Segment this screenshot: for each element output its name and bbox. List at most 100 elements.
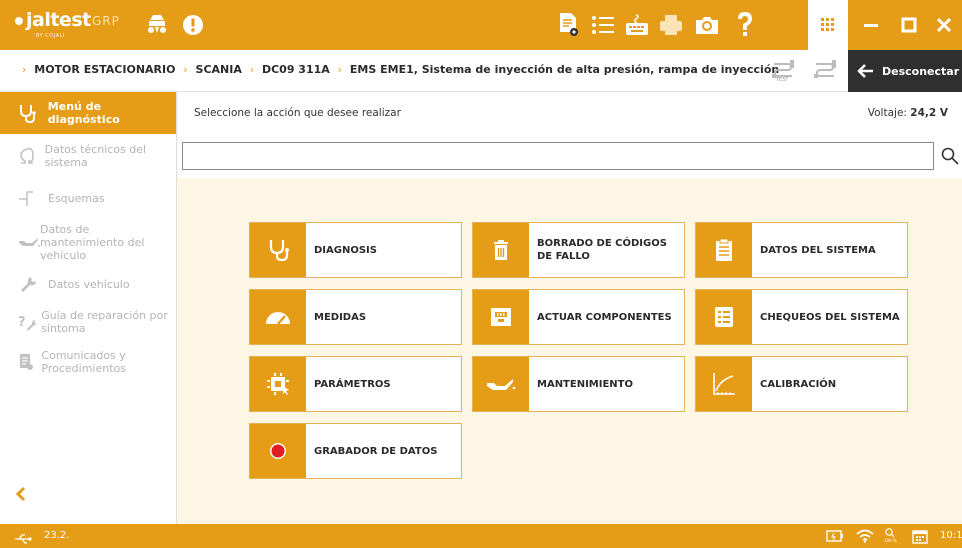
connector-icon [814,60,836,78]
chevron-left-icon [15,486,26,502]
breadcrumb-item[interactable]: SCANIA [196,63,242,76]
maximize-icon [901,17,917,33]
sidebar-item-label: Menú de diagnóstico [47,100,120,126]
sidebar-item-schematics[interactable]: Esquemas [0,178,176,218]
main-content: Seleccione la acción que desee realizar … [178,92,962,524]
chevron-right-icon: › [183,63,188,76]
tile-system-checks[interactable]: CHEQUEOS DEL SISTEMA [695,289,908,345]
sidebar-item-repair-guide[interactable]: ? Guía de reparación por síntoma [0,302,176,342]
search-input[interactable] [182,142,934,170]
arrow-left-icon [848,63,882,79]
vehicle-icon[interactable] [144,12,170,38]
checklist-icon [696,290,752,344]
voltage-value: 24,2 V [910,107,948,119]
wrench-icon [18,275,48,293]
tile-label: GRABADOR DE DATOS [314,445,438,457]
tile-data-recorder[interactable]: GRABADOR DE DATOS [249,423,462,479]
search-button[interactable] [938,142,962,170]
schematic-icon [18,189,48,207]
clipboard-icon [696,223,752,277]
sidebar-item-vehicle-data[interactable]: Datos vehículo [0,266,176,302]
close-icon [936,17,952,33]
sidebar-item-diagnostic-menu[interactable]: Menú de diagnóstico [0,92,176,134]
camera-icon[interactable] [694,12,720,38]
tile-measures[interactable]: MEDIDAS [249,289,462,345]
tile-label: CALIBRACIÓN [760,378,837,390]
tile-parameters[interactable]: PARÁMETROS [249,356,462,412]
maximize-button[interactable] [890,0,928,50]
tile-diagnosis[interactable]: DIAGNOSIS [249,222,462,278]
tile-label: DATOS DEL SISTEMA [760,244,876,256]
test-label: TEST [776,77,789,83]
back-button[interactable] [14,486,28,506]
brand-logo: jaltest BY COJALI [14,8,91,42]
logo-dot-icon [15,17,23,25]
breadcrumb-item[interactable]: EMS EME1, Sistema de inyección de alta p… [350,63,779,76]
zoom-icon [885,528,895,538]
calendar-icon[interactable] [912,528,928,544]
repair-guide-icon: ? [18,313,41,331]
documents-icon [18,353,41,371]
clock: 10:1 [940,530,962,541]
tile-label: ACTUAR COMPONENTES [537,311,672,323]
tile-label: MANTENIMIENTO [537,378,633,390]
brand-name: jaltest [26,9,91,31]
stethoscope-icon [18,103,48,123]
tile-clear-fault-codes[interactable]: BORRADO DE CÓDIGOS DE FALLO [472,222,685,278]
sidebar-item-communications[interactable]: Comunicados y Procedimientos [0,342,176,382]
sidebar-item-label: Guía de reparación por síntoma [41,309,168,335]
close-button[interactable] [926,0,962,50]
gauge-icon [250,290,306,344]
tile-label: PARÁMETROS [314,378,391,390]
sidebar: Menú de diagnóstico Datos técnicos del s… [0,92,177,524]
breadcrumb-bar: › MOTOR ESTACIONARIO › SCANIA › DC09 311… [0,50,962,92]
tile-calibration[interactable]: CALIBRACIÓN [695,356,908,412]
test-connection-button[interactable]: TEST [770,58,800,84]
oil-can-icon [18,235,40,249]
apps-grid-icon[interactable] [808,0,848,50]
disconnect-button[interactable]: Desconectar [848,50,962,92]
sidebar-item-label: Comunicados y Procedimientos [41,349,126,375]
chip-icon [250,357,306,411]
brand-subtitle: BY COJALI [36,33,65,39]
status-bar: 23.2. 100 % 10:1 [0,524,962,548]
tile-actuate-components[interactable]: ACTUAR COMPONENTES [472,289,685,345]
tile-system-data[interactable]: DATOS DEL SISTEMA [695,222,908,278]
oil-can-icon [473,357,529,411]
breadcrumb-item[interactable]: DC09 311A [262,63,330,76]
report-icon[interactable] [556,12,582,38]
trash-icon [473,223,529,277]
wifi-icon[interactable] [856,528,874,544]
voltage-readout: Voltaje: 24,2 V [868,107,948,119]
sidebar-item-maintenance-data[interactable]: Datos de mantenimiento del vehículo [0,218,176,266]
print-icon[interactable] [658,12,684,38]
connector-icon [473,290,529,344]
tile-label: DIAGNOSIS [314,244,377,256]
list-icon[interactable] [590,12,616,38]
connection-status-button[interactable] [812,58,842,84]
tile-label: MEDIDAS [314,311,367,323]
help-icon[interactable] [732,12,758,38]
zoom-control[interactable]: 100 % [884,528,897,544]
breadcrumb-item[interactable]: MOTOR ESTACIONARIO [34,63,175,76]
record-icon [250,424,306,478]
brand-mode: GRP [92,14,120,28]
chevron-right-icon: › [22,63,27,76]
minimize-button[interactable] [852,0,890,50]
warning-icon[interactable] [180,12,206,38]
tile-label: CHEQUEOS DEL SISTEMA [760,311,900,323]
breadcrumb: › MOTOR ESTACIONARIO › SCANIA › DC09 311… [22,63,779,76]
battery-icon [826,528,844,544]
keyboard-icon[interactable] [624,12,650,38]
stethoscope-icon [250,223,306,277]
content-header: Seleccione la acción que desee realizar … [178,92,962,134]
sidebar-item-label: Esquemas [48,191,105,205]
svg-text:?: ? [18,315,26,330]
tile-maintenance[interactable]: MANTENIMIENTO [472,356,685,412]
sidebar-item-technical-data[interactable]: Datos técnicos del sistema [0,134,176,178]
tile-label: BORRADO DE CÓDIGOS DE FALLO [537,238,667,262]
search-icon [941,147,959,165]
chevron-right-icon: › [337,63,343,76]
disconnect-label: Desconectar [882,64,960,78]
version-label: 23.2. [44,530,70,541]
